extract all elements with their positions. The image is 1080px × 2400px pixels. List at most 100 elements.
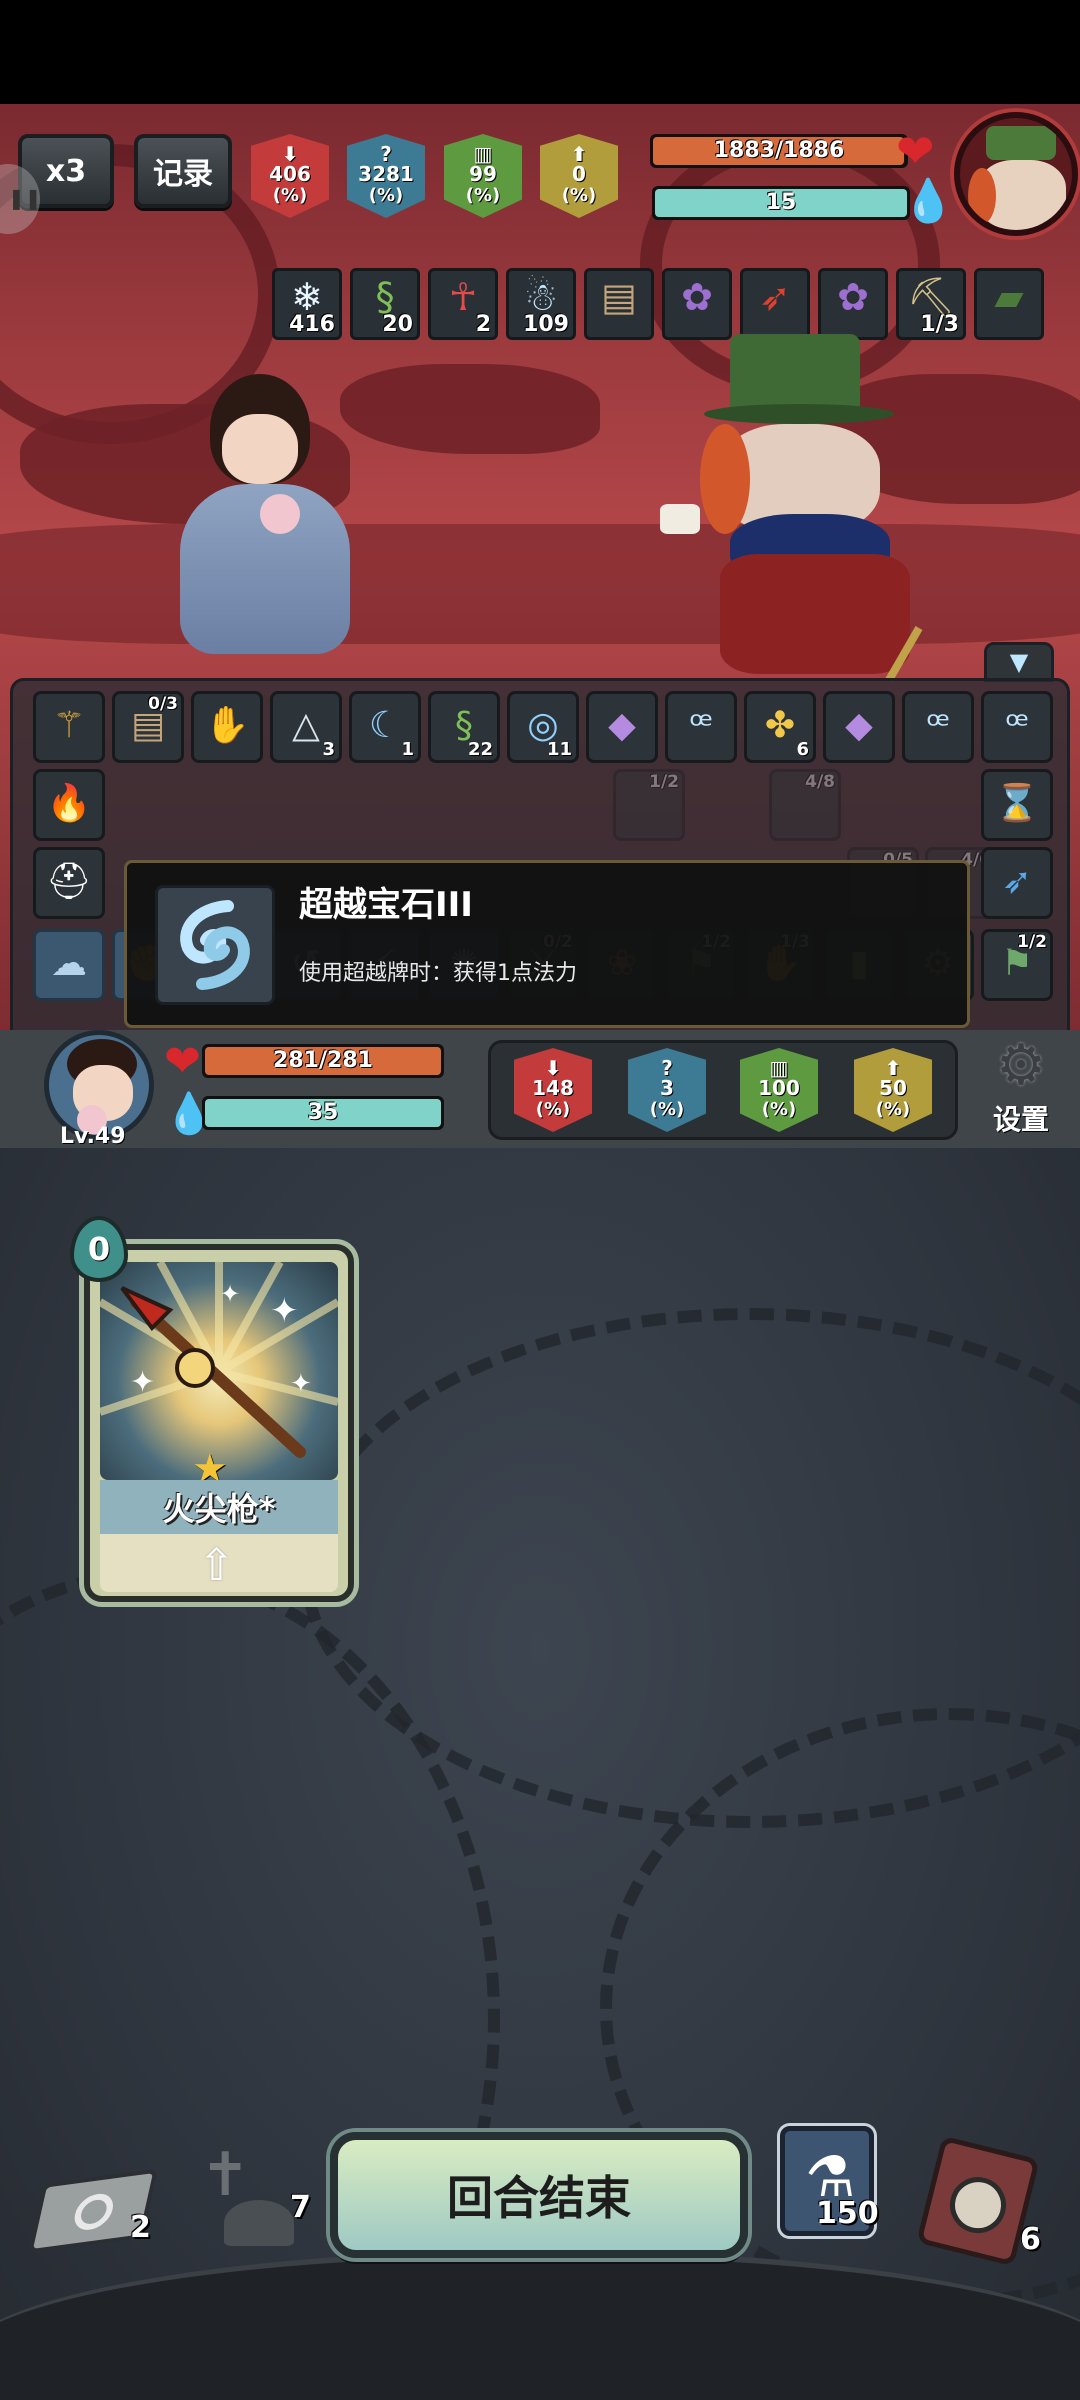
- relic-count: 6: [796, 739, 809, 760]
- upgrade-arrow-icon: ⇧: [198, 1540, 235, 1591]
- relic-slot[interactable]: 4/8: [769, 769, 841, 841]
- stat-value: 50: [879, 1076, 907, 1100]
- relic-slot[interactable]: 1/2: [613, 769, 685, 841]
- discard-pile-count: 7: [290, 2190, 311, 2225]
- relic-slot[interactable]: 🔥: [33, 769, 105, 841]
- stat-value: 100: [758, 1076, 800, 1100]
- relic-slot[interactable]: ⚚: [33, 691, 105, 763]
- up-arrow-icon: ⬆: [884, 1056, 902, 1080]
- svg-text:✦: ✦: [270, 1291, 299, 1331]
- relic-slot[interactable]: ꟹ: [902, 691, 974, 763]
- relic-slot[interactable]: ꟹ: [981, 691, 1053, 763]
- relic-slot[interactable]: ⛑: [33, 847, 105, 919]
- relic-slot[interactable]: ◎ 11: [507, 691, 579, 763]
- card-cost: 0: [70, 1216, 128, 1282]
- battle-log-button[interactable]: 记录: [134, 134, 232, 208]
- relic-slot[interactable]: ⌛: [981, 769, 1053, 841]
- battle-scene: x3 记录 ❚❚ ⬇ 406 (%) ? 3281 (%) ▥ 99 (%) ⬆…: [0, 104, 1080, 1030]
- stat-value: 3: [660, 1076, 674, 1100]
- enemy-buff[interactable]: ❄ 416: [272, 268, 342, 340]
- wind-gem-icon: ꟹ: [689, 705, 713, 746]
- buff-count: 109: [523, 312, 569, 337]
- skill-slot[interactable]: ☁: [33, 929, 105, 1001]
- relic-slot[interactable]: § 22: [428, 691, 500, 763]
- relic-count: 3: [322, 739, 335, 760]
- hourglass-icon: ⌛: [994, 783, 1040, 824]
- stat-value: 148: [532, 1076, 574, 1100]
- potion-count: 150: [816, 2196, 879, 2231]
- deck-emblem-icon: [944, 2171, 1012, 2240]
- heart-icon: ❤: [164, 1036, 201, 1087]
- enemy-mana-bar: 15: [652, 186, 910, 220]
- svg-text:✦: ✦: [220, 1280, 240, 1308]
- enemy-buff[interactable]: ☃ 109: [506, 268, 576, 340]
- stat-unit: (%): [561, 185, 597, 206]
- player-level: Lv.49: [60, 1124, 126, 1149]
- pillars-icon: ▥: [473, 142, 493, 166]
- relic-slot[interactable]: ☾ 1: [349, 691, 421, 763]
- helmet-icon: ⛑: [46, 861, 92, 902]
- relic-slot[interactable]: ◆: [586, 691, 658, 763]
- glove-icon: ✋: [204, 705, 250, 746]
- stat-value: 0: [572, 162, 586, 186]
- stat-unit: (%): [535, 1099, 571, 1120]
- question-icon: ?: [661, 1056, 673, 1080]
- enemy-buff[interactable]: § 20: [350, 268, 420, 340]
- collapse-relics-button[interactable]: ▼: [984, 642, 1054, 682]
- enemy-buff[interactable]: ✿: [818, 268, 888, 340]
- green-hat-icon: ▰: [994, 275, 1024, 319]
- enemy-buff[interactable]: ▤: [584, 268, 654, 340]
- hat-icon: [986, 126, 1056, 160]
- wind-gem-glyph: [180, 900, 250, 990]
- relic-slot[interactable]: ⚑1/2: [981, 929, 1053, 1001]
- player-character[interactable]: [150, 374, 370, 664]
- settings-button[interactable]: ⚙ 设置: [976, 1034, 1066, 1144]
- up-arrow-icon: ⬆: [570, 142, 588, 166]
- enemy-buff[interactable]: ✿: [662, 268, 732, 340]
- relic-slot[interactable]: ✋: [191, 691, 263, 763]
- purple-gem-icon: ◆: [845, 705, 873, 746]
- enemy-buff[interactable]: ☥ 2: [428, 268, 498, 340]
- relic-slot[interactable]: △ 3: [270, 691, 342, 763]
- relic-slot[interactable]: ꟹ: [665, 691, 737, 763]
- stat-value: 406: [269, 162, 311, 186]
- svg-text:✦: ✦: [130, 1365, 155, 1400]
- enemy-hp-bar: 1883/1886: [650, 134, 908, 168]
- enemy-boost-stat: ⬆ 0 (%): [540, 134, 618, 218]
- relic-slot[interactable]: ▤ 0/3: [112, 691, 184, 763]
- buff-count: 416: [289, 312, 335, 337]
- hair-icon: [968, 168, 996, 224]
- relic-slot[interactable]: ➶: [981, 847, 1053, 919]
- grave-mound-icon: [224, 2200, 294, 2246]
- enemy-portrait[interactable]: [954, 112, 1078, 236]
- exhaust-pile-count: 6: [1020, 2222, 1041, 2257]
- end-turn-button[interactable]: 回合结束: [330, 2132, 748, 2258]
- settings-label: 设置: [992, 1103, 1049, 1136]
- book-icon: ▤: [601, 275, 637, 319]
- pause-icon: ❚❚: [8, 186, 42, 210]
- relic-slot[interactable]: ◆: [823, 691, 895, 763]
- enemy-buff[interactable]: ▰: [974, 268, 1044, 340]
- stat-unit: (%): [272, 185, 308, 206]
- attack-arrow-icon: ⬇: [544, 1056, 562, 1080]
- torch-icon: 🔥: [46, 783, 92, 824]
- cloud-skill-icon: ☁: [51, 943, 87, 984]
- red-pepper-icon: ➶: [759, 275, 791, 319]
- card-name: 火尖枪*: [100, 1480, 338, 1534]
- stat-unit: (%): [875, 1099, 911, 1120]
- discard-pile[interactable]: ✝: [190, 2140, 300, 2250]
- attack-arrow-icon: ⬇: [281, 142, 299, 166]
- tooltip-title: 超越宝石III: [299, 885, 473, 925]
- relic-count: 1: [401, 739, 414, 760]
- enemy-character[interactable]: [660, 334, 990, 682]
- enemy-buff[interactable]: ➶: [740, 268, 810, 340]
- buff-count: 20: [382, 312, 413, 337]
- mana-drop-icon: 💧: [902, 176, 955, 225]
- relic-slot[interactable]: ✤ 6: [744, 691, 816, 763]
- wind-gem-icon: ꟹ: [1005, 705, 1029, 746]
- enemy-unknown-stat: ? 3281 (%): [347, 134, 425, 218]
- enemy-buff[interactable]: ⛏ 1/3: [896, 268, 966, 340]
- flower-bush-icon: ✿: [837, 275, 869, 319]
- hand-card[interactable]: ✦ ✦ ✦ ✦ ★ 火尖枪* ⇧: [84, 1244, 354, 1602]
- status-bar: [0, 0, 1080, 104]
